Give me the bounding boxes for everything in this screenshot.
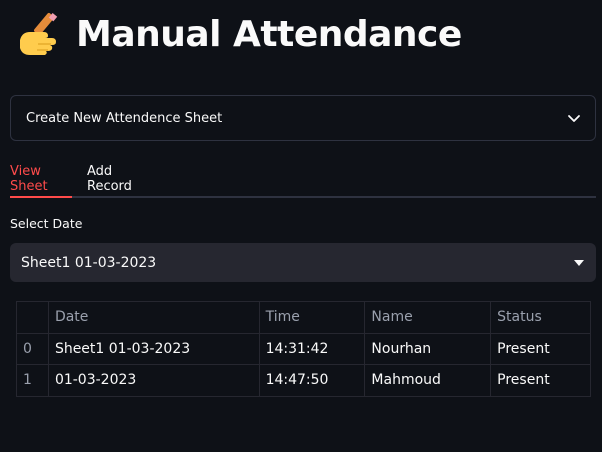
table-row: 1 01-03-2023 14:47:50 Mahmoud Present	[16, 364, 591, 397]
writing-hand-icon	[20, 12, 58, 55]
tab-bar: View Sheet Add Record	[10, 160, 596, 198]
cell-time[interactable]: 14:47:50	[258, 364, 366, 397]
column-header-name[interactable]: Name	[364, 301, 492, 334]
column-header-time[interactable]: Time	[258, 301, 366, 334]
cell-name[interactable]: Nourhan	[364, 332, 492, 365]
select-date-label: Select Date	[10, 216, 83, 231]
cell-name[interactable]: Mahmoud	[364, 364, 492, 397]
cell-date[interactable]: 01-03-2023	[47, 364, 260, 397]
chevron-down-icon	[568, 115, 580, 122]
tab-add-record[interactable]: Add Record	[87, 160, 157, 198]
cell-date[interactable]: Sheet1 01-03-2023	[47, 332, 260, 365]
select-date-dropdown[interactable]: Sheet1 01-03-2023	[10, 243, 596, 282]
table-header-row: Date Time Name Status	[16, 301, 591, 334]
expander-label: Create New Attendence Sheet	[26, 110, 223, 126]
attendance-table: Date Time Name Status 0 Sheet1 01-03-202…	[16, 301, 591, 397]
cell-status[interactable]: Present	[490, 364, 591, 397]
row-index: 0	[16, 332, 49, 365]
app-page: Manual Attendance Create New Attendence …	[0, 0, 602, 452]
caret-down-icon	[574, 259, 584, 266]
table-row: 0 Sheet1 01-03-2023 14:31:42 Nourhan Pre…	[16, 332, 591, 365]
cell-time[interactable]: 14:31:42	[258, 332, 366, 365]
tab-view-sheet[interactable]: View Sheet	[10, 160, 72, 198]
page-header: Manual Attendance	[14, 8, 462, 60]
create-sheet-expander[interactable]: Create New Attendence Sheet	[10, 95, 596, 141]
column-header-date[interactable]: Date	[47, 301, 260, 334]
column-header-status[interactable]: Status	[490, 301, 591, 334]
page-title: Manual Attendance	[76, 13, 462, 55]
select-date-value: Sheet1 01-03-2023	[21, 254, 157, 271]
row-index: 1	[16, 364, 49, 397]
cell-status[interactable]: Present	[490, 332, 591, 365]
column-header-index[interactable]	[16, 301, 49, 334]
